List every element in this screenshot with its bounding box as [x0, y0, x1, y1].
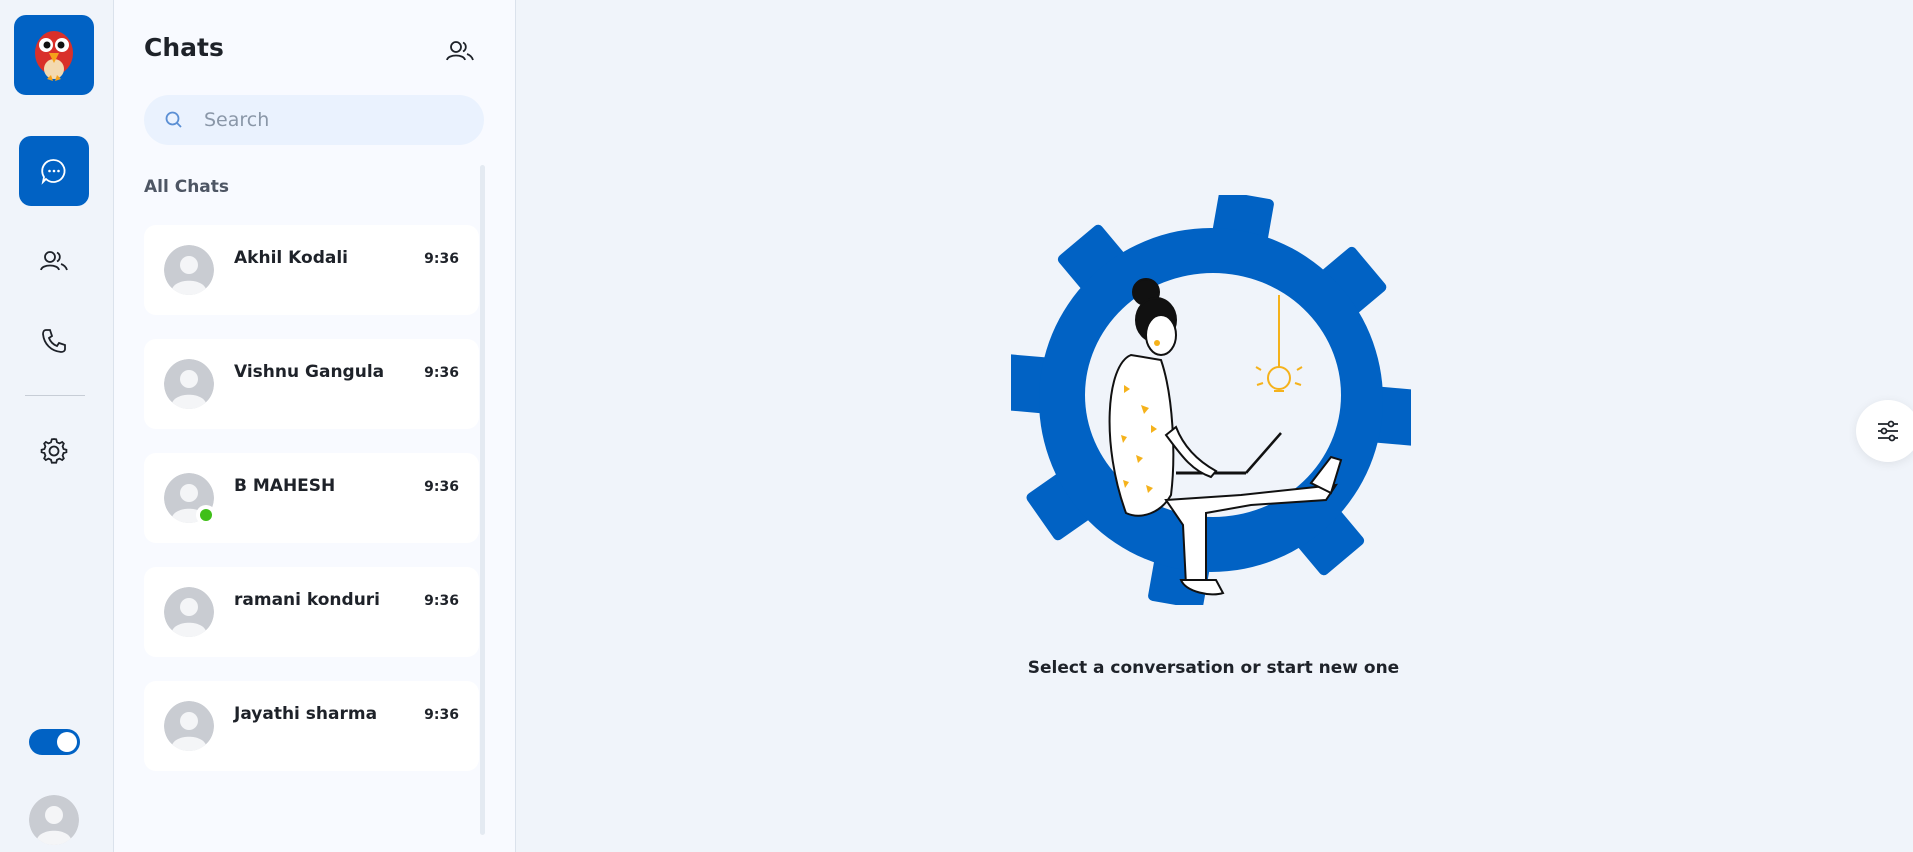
chat-item[interactable]: B MAHESH 9:36 [144, 453, 479, 543]
chat-time: 9:36 [424, 593, 459, 609]
gear-icon [40, 438, 68, 464]
avatar [164, 587, 214, 637]
phone-icon [42, 329, 66, 353]
rail-divider [25, 395, 85, 396]
chat-time: 9:36 [424, 365, 459, 381]
new-group-button[interactable] [443, 34, 477, 68]
chat-name: Jayathi sharma [234, 704, 378, 724]
chat-list-scrollbar[interactable] [480, 165, 485, 835]
conversation-area: Select a conversation or start new one [516, 0, 1913, 852]
chat-time: 9:36 [424, 479, 459, 495]
avatar-placeholder-icon [164, 359, 214, 409]
chat-item[interactable]: Vishnu Gangula 9:36 [144, 339, 479, 429]
chat-name: Vishnu Gangula [234, 362, 385, 382]
avatar-placeholder-icon [164, 587, 214, 637]
online-status-dot [196, 505, 216, 525]
filter-settings-button[interactable] [1856, 400, 1913, 462]
nav-rail [0, 0, 114, 852]
panel-title: Chats [144, 33, 224, 62]
search-input[interactable] [204, 95, 464, 145]
chat-item[interactable]: Jayathi sharma 9:36 [144, 681, 479, 771]
chat-item[interactable]: ramani konduri 9:36 [144, 567, 479, 657]
theme-toggle[interactable] [29, 729, 80, 755]
nav-contacts-button[interactable] [19, 226, 89, 296]
avatar [164, 245, 214, 295]
chat-time: 9:36 [424, 251, 459, 267]
avatar-placeholder-icon [164, 701, 214, 751]
chat-name: Akhil Kodali [234, 248, 348, 268]
empty-state-message: Select a conversation or start new one [1027, 658, 1400, 678]
nav-settings-button[interactable] [19, 416, 89, 486]
chat-list: Akhil Kodali 9:36 Vishnu Gangula 9:36 B [144, 225, 479, 795]
app-logo[interactable] [14, 15, 94, 95]
users-icon [40, 251, 68, 271]
avatar-placeholder-icon [29, 795, 79, 845]
chats-panel: Chats All Chats Akhil Kodali 9:36 [114, 0, 516, 852]
sliders-icon [1878, 420, 1898, 442]
chat-name: B MAHESH [234, 476, 336, 496]
parrot-logo-icon [35, 31, 73, 81]
users-icon [446, 41, 474, 61]
person-with-laptop-in-gear-illustration [1011, 195, 1411, 605]
avatar [164, 359, 214, 409]
section-label: All Chats [144, 177, 230, 197]
chat-time: 9:36 [424, 707, 459, 723]
nav-chats-button[interactable] [19, 136, 89, 206]
avatar [164, 701, 214, 751]
search-icon [165, 111, 182, 128]
user-avatar[interactable] [29, 795, 79, 845]
nav-calls-button[interactable] [19, 306, 89, 376]
chat-name: ramani konduri [234, 590, 381, 610]
avatar-placeholder-icon [164, 245, 214, 295]
chat-item[interactable]: Akhil Kodali 9:36 [144, 225, 479, 315]
search-box [144, 95, 484, 145]
chat-bubble-icon [41, 159, 66, 185]
toggle-knob [57, 732, 77, 752]
